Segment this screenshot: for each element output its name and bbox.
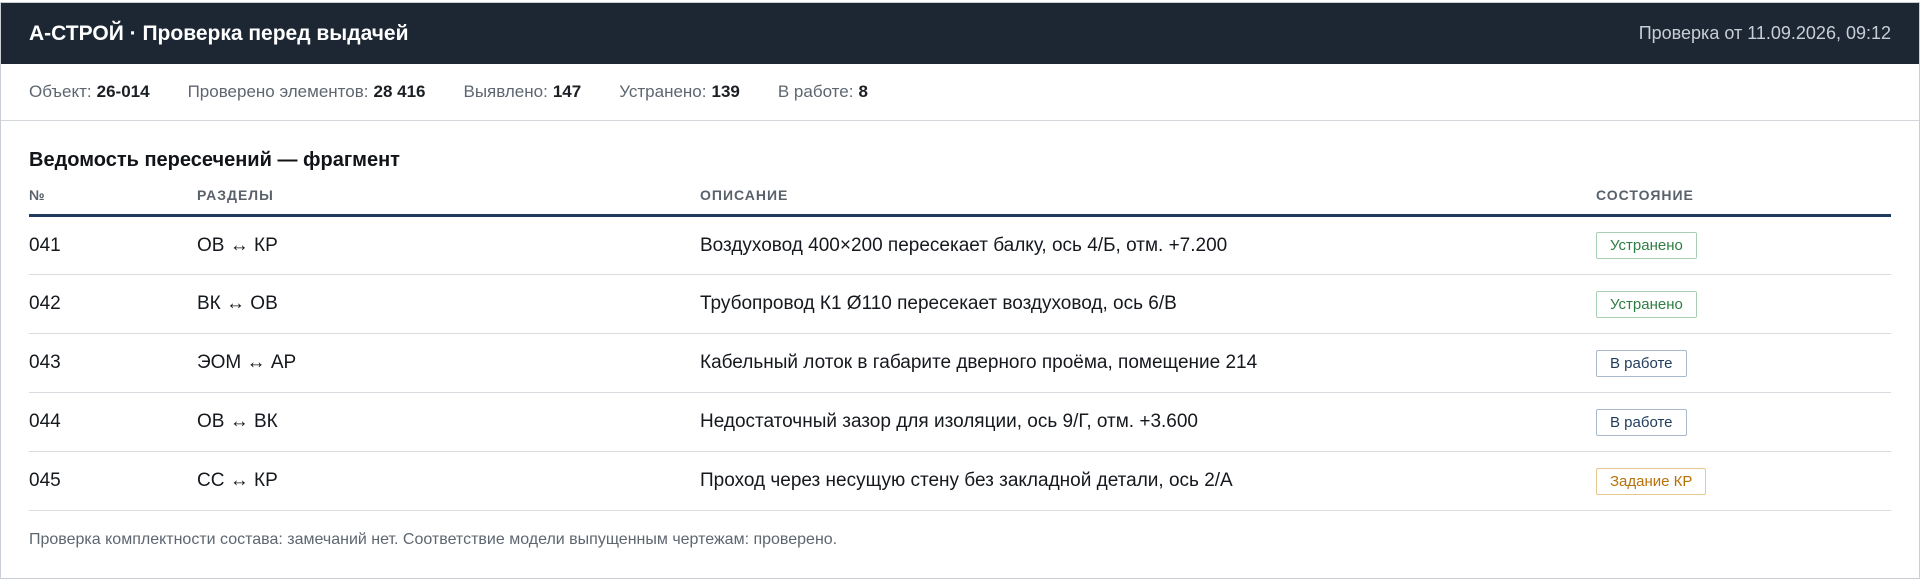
summary-found: Выявлено: 147 xyxy=(463,82,581,102)
section-title: Ведомость пересечений — фрагмент xyxy=(29,149,400,171)
summary-object: Объект: 26-014 xyxy=(29,82,150,102)
summary-object-label: Объект: xyxy=(29,82,92,101)
column-header-status: СОСТОЯНИЕ xyxy=(1596,179,1891,217)
row-description: Воздуховод 400×200 пересекает балку, ось… xyxy=(700,215,1596,275)
row-number: 041 xyxy=(29,215,197,275)
table-row[interactable]: 044 ОВ ↔ ВК Недостаточный зазор для изол… xyxy=(29,392,1891,452)
row-number: 044 xyxy=(29,392,197,452)
row-sections: ОВ ↔ ВК xyxy=(197,392,700,452)
status-badge: Задание КР xyxy=(1596,467,1707,495)
row-number: 043 xyxy=(29,333,197,393)
column-header-description: ОПИСАНИЕ xyxy=(700,179,1596,217)
row-sections: ЭОМ ↔ АР xyxy=(197,333,700,393)
column-header-number: № xyxy=(29,179,197,217)
summary-fixed-label: Устранено: xyxy=(619,82,707,101)
status-badge: Устранено xyxy=(1596,232,1697,259)
row-number: 045 xyxy=(29,451,197,511)
table-row[interactable]: 045 СС ↔ КР Проход через несущую стену б… xyxy=(29,451,1891,511)
summary-in-work: В работе: 8 xyxy=(778,82,868,102)
summary-strip: Объект: 26-014 Проверено элементов: 28 416… xyxy=(1,64,1919,121)
row-description: Трубопровод К1 Ø110 пересекает воздухово… xyxy=(700,274,1596,334)
summary-checked-value: 28 416 xyxy=(373,82,426,101)
header-bar: А-СТРОЙ · Проверка перед выдачей Проверк… xyxy=(1,3,1919,64)
summary-found-label: Выявлено: xyxy=(463,82,548,101)
table-header: № РАЗДЕЛЫ ОПИСАНИЕ СОСТОЯНИЕ xyxy=(29,179,1891,217)
status-badge: Устранено xyxy=(1596,290,1697,318)
summary-fixed: Устранено: 139 xyxy=(619,82,740,102)
main-content: Ведомость пересечений — фрагмент № РАЗДЕ… xyxy=(1,149,1919,549)
clash-table: № РАЗДЕЛЫ ОПИСАНИЕ СОСТОЯНИЕ 041 ОВ ↔ КР… xyxy=(29,179,1891,511)
report-window: А-СТРОЙ · Проверка перед выдачей Проверк… xyxy=(0,2,1920,579)
row-description: Проход через несущую стену без закладной… xyxy=(700,451,1596,511)
column-header-sections: РАЗДЕЛЫ xyxy=(197,179,700,217)
row-description: Недостаточный зазор для изоляции, ось 9/… xyxy=(700,392,1596,452)
summary-object-value: 26-014 xyxy=(96,82,150,101)
summary-fixed-value: 139 xyxy=(711,82,740,101)
row-number: 042 xyxy=(29,274,197,334)
summary-checked: Проверено элементов: 28 416 xyxy=(188,82,426,102)
status-badge: В работе xyxy=(1596,349,1687,377)
table-row[interactable]: 043 ЭОМ ↔ АР Кабельный лоток в габарите … xyxy=(29,333,1891,393)
footnote: Проверка комплектности состава: замечани… xyxy=(29,531,838,548)
summary-checked-label: Проверено элементов: xyxy=(187,82,369,101)
row-sections: ВК ↔ ОВ xyxy=(197,274,700,334)
row-description: Кабельный лоток в габарите дверного проё… xyxy=(700,333,1596,393)
table-row[interactable]: 041 ОВ ↔ КР Воздуховод 400×200 пересекае… xyxy=(29,215,1891,275)
summary-in-work-value: 8 xyxy=(858,82,868,101)
summary-in-work-label: В работе: xyxy=(777,82,854,101)
check-timestamp: Проверка от 11.09.2026, 09:12 xyxy=(1638,23,1891,43)
table-row[interactable]: 042 ВК ↔ ОВ Трубопровод К1 Ø110 пересека… xyxy=(29,274,1891,334)
row-sections: СС ↔ КР xyxy=(197,451,700,511)
status-badge: В работе xyxy=(1596,408,1687,436)
summary-found-value: 147 xyxy=(552,82,582,101)
row-sections: ОВ ↔ КР xyxy=(197,215,700,275)
page-title: А-СТРОЙ · Проверка перед выдачей xyxy=(29,21,409,45)
